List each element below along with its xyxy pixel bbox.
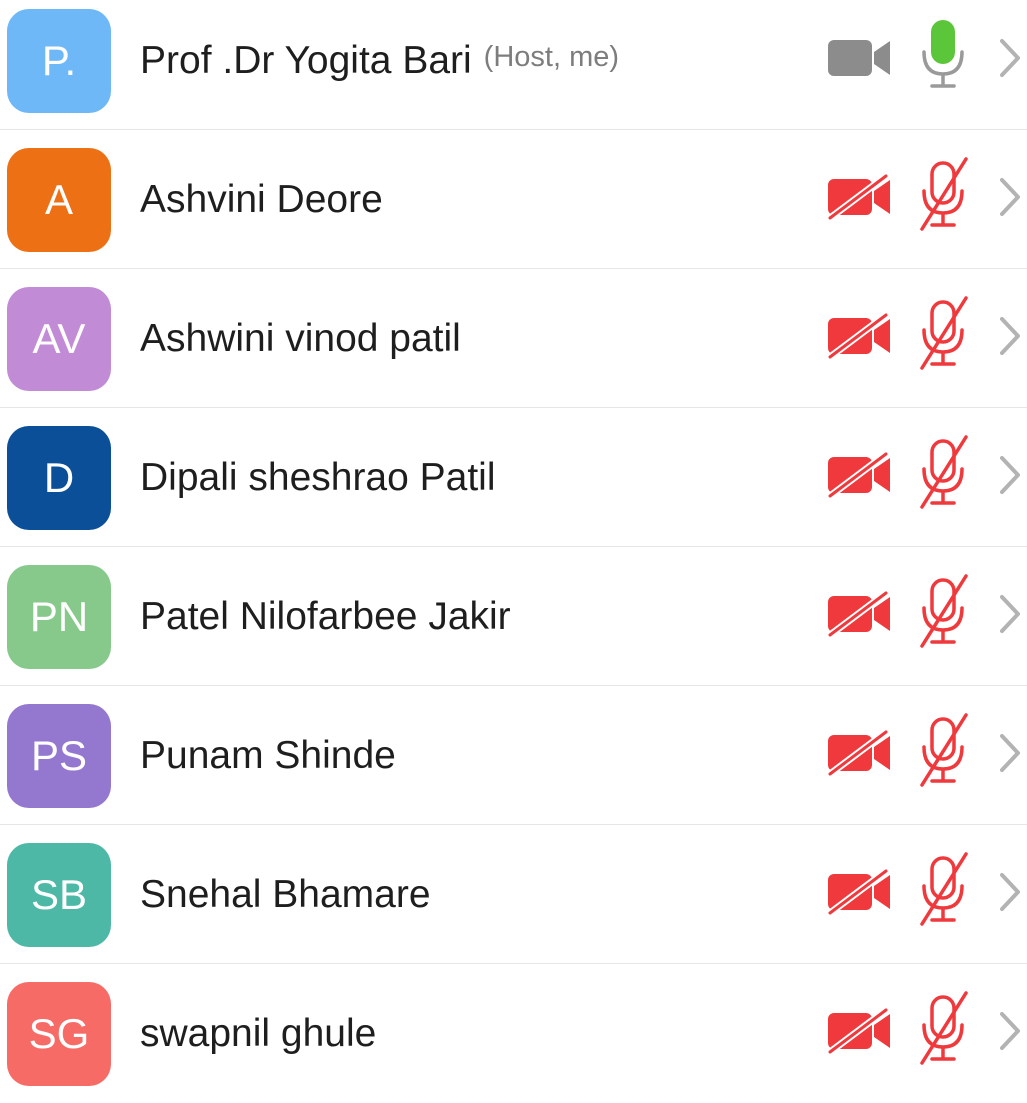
participant-list: P. Prof .Dr Yogita Bari (Host, me) A Ash… [0,0,1027,1090]
microphone-icon[interactable] [914,18,972,96]
participant-name: swapnil ghule [140,1011,377,1055]
participant-row[interactable]: PN Patel Nilofarbee Jakir [0,547,1027,686]
participant-name: Patel Nilofarbee Jakir [140,594,511,638]
microphone-muted-icon[interactable] [914,991,972,1069]
participant-role: (Host, me) [483,41,620,73]
chevron-right-icon[interactable] [996,871,1024,913]
microphone-muted-icon[interactable] [914,296,972,374]
microphone-muted-icon[interactable] [914,713,972,791]
participant-row[interactable]: SG swapnil ghule [0,964,1027,1103]
video-camera-off-icon[interactable] [826,311,894,361]
avatar: AV [7,287,111,391]
participant-name: Ashvini Deore [140,177,383,221]
microphone-muted-icon[interactable] [914,574,972,652]
video-camera-off-icon[interactable] [826,450,894,500]
video-camera-off-icon[interactable] [826,1006,894,1056]
video-camera-icon[interactable] [826,36,894,80]
microphone-muted-icon[interactable] [914,435,972,513]
avatar: PS [7,704,111,808]
video-camera-off-icon[interactable] [826,172,894,222]
participant-name: Punam Shinde [140,733,396,777]
participant-name-line: Ashvini Deore [140,130,383,269]
participant-name: Snehal Bhamare [140,872,431,916]
participant-name: Ashwini vinod patil [140,316,461,360]
video-camera-off-icon[interactable] [826,589,894,639]
chevron-right-icon[interactable] [996,732,1024,774]
video-camera-off-icon[interactable] [826,728,894,778]
chevron-right-icon[interactable] [996,593,1024,635]
avatar: A [7,148,111,252]
participant-row[interactable]: AV Ashwini vinod patil [0,269,1027,408]
participant-row[interactable]: P. Prof .Dr Yogita Bari (Host, me) [0,0,1027,130]
avatar: PN [7,565,111,669]
participant-row[interactable]: A Ashvini Deore [0,130,1027,269]
participant-name-line: Punam Shinde [140,686,396,825]
participant-name-line: swapnil ghule [140,964,376,1103]
chevron-right-icon[interactable] [996,37,1024,79]
avatar: SB [7,843,111,947]
participant-row[interactable]: D Dipali sheshrao Patil [0,408,1027,547]
chevron-right-icon[interactable] [996,1010,1024,1052]
microphone-muted-icon[interactable] [914,852,972,930]
participant-name-line: Patel Nilofarbee Jakir [140,547,511,686]
chevron-right-icon[interactable] [996,176,1024,218]
avatar: D [7,426,111,530]
participant-name: Dipali sheshrao Patil [140,455,496,499]
microphone-muted-icon[interactable] [914,157,972,235]
participant-name-line: Snehal Bhamare [140,825,431,964]
avatar: P. [7,9,111,113]
participant-name-line: Prof .Dr Yogita Bari (Host, me) [140,0,619,130]
chevron-right-icon[interactable] [996,454,1024,496]
video-camera-off-icon[interactable] [826,867,894,917]
chevron-right-icon[interactable] [996,315,1024,357]
participant-name-line: Dipali sheshrao Patil [140,408,496,547]
participant-row[interactable]: PS Punam Shinde [0,686,1027,825]
participant-name-line: Ashwini vinod patil [140,269,461,408]
participant-row[interactable]: SB Snehal Bhamare [0,825,1027,964]
avatar: SG [7,982,111,1086]
participant-name: Prof .Dr Yogita Bari [140,38,472,82]
